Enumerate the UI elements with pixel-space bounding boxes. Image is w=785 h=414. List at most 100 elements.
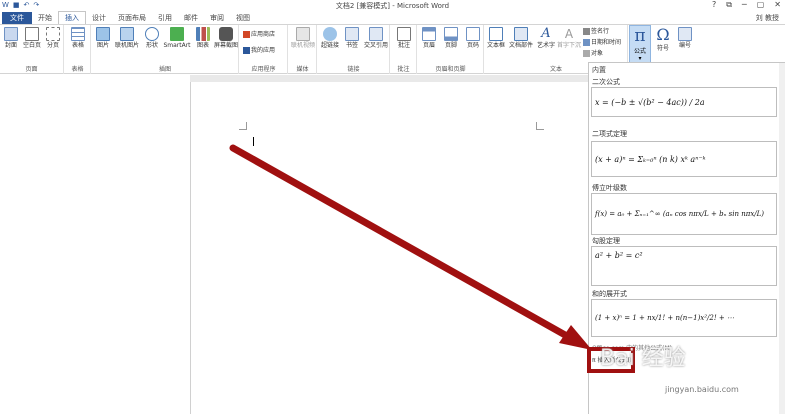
online-picture-icon: [120, 27, 134, 41]
text-cursor: [253, 137, 254, 146]
tab-view[interactable]: 视图: [230, 12, 256, 24]
tab-references[interactable]: 引用: [152, 12, 178, 24]
group-label-apps: 应用程序: [251, 66, 276, 73]
left-margin-area: [0, 75, 190, 414]
table-button[interactable]: 表格: [67, 27, 89, 49]
online-pictures-label: 联机图片: [114, 42, 139, 49]
blank-page-button[interactable]: 空白页: [21, 27, 43, 49]
hyperlink-label: 超链接: [320, 42, 339, 49]
tab-file[interactable]: 文件: [2, 12, 32, 24]
shapes-icon: [145, 27, 159, 41]
tab-mailings[interactable]: 邮件: [178, 12, 204, 24]
chart-button[interactable]: 图表: [192, 27, 214, 49]
cover-page-button[interactable]: 封面: [0, 27, 22, 49]
watermark-url: jingyan.baidu.com: [665, 385, 739, 394]
chart-icon: [196, 27, 210, 41]
gallery-item-binomial[interactable]: (x + a)ⁿ = Σₖ₌₀ⁿ (n k) xᵏ aⁿ⁻ᵏ: [591, 141, 777, 177]
ribbon-display-icon[interactable]: ⧉: [726, 0, 732, 10]
footer-button[interactable]: 页脚: [440, 27, 462, 49]
signature-line-button[interactable]: 签名行: [583, 28, 609, 36]
quick-parts-button[interactable]: 文档部件: [508, 27, 534, 49]
chevron-down-icon: ▾: [638, 55, 642, 62]
wordart-icon: A: [541, 26, 551, 41]
footer-icon: [444, 27, 458, 41]
video-icon: [296, 27, 310, 41]
page-number-icon: [466, 27, 480, 41]
document-page[interactable]: [190, 82, 588, 414]
word-window: W ■ ↶ ↷ 文档2 [兼容模式] - Microsoft Word ? ⧉ …: [0, 0, 785, 414]
chart-label: 图表: [196, 42, 209, 49]
page-break-button[interactable]: 分页: [42, 27, 64, 49]
minimize-icon[interactable]: ─: [742, 0, 747, 10]
drop-cap-button[interactable]: A 首字下沉: [557, 27, 581, 49]
crop-mark-top-right: [536, 122, 544, 130]
drop-cap-label: 首字下沉: [557, 42, 582, 49]
numbering-label: 编号: [678, 42, 691, 49]
comment-label: 批注: [397, 42, 410, 49]
table-label: 表格: [71, 42, 84, 49]
tab-insert[interactable]: 插入: [58, 11, 86, 24]
date-time-button[interactable]: 日期和时间: [583, 39, 621, 47]
group-comments: 批注 批注: [391, 25, 417, 74]
gallery-item-title-binomial: 二项式定理: [592, 130, 627, 138]
wordart-button[interactable]: A 艺术字: [535, 26, 557, 50]
object-button[interactable]: 对象: [583, 50, 603, 58]
signature-icon: [583, 28, 590, 35]
pictures-button[interactable]: 图片: [92, 27, 114, 49]
tab-home[interactable]: 开始: [32, 12, 58, 24]
numbering-button[interactable]: 编号: [674, 27, 696, 49]
group-apps: 应用商店 我的应用 应用程序: [240, 25, 288, 74]
picture-icon: [96, 27, 110, 41]
cross-reference-icon: [369, 27, 383, 41]
online-pictures-button[interactable]: 联机图片: [114, 27, 140, 49]
screenshot-button[interactable]: 屏幕截图: [214, 27, 238, 49]
maximize-icon[interactable]: ▢: [757, 0, 765, 10]
group-label-header-footer: 页眉和页脚: [435, 66, 466, 73]
cross-reference-button[interactable]: 交叉引用: [363, 27, 389, 49]
drop-cap-icon: A: [564, 27, 574, 41]
page-number-label: 页码: [466, 42, 479, 49]
tab-design[interactable]: 设计: [86, 12, 112, 24]
cover-page-label: 封面: [4, 42, 17, 49]
equation-binomial: (x + a)ⁿ = Σₖ₌₀ⁿ (n k) xᵏ aⁿ⁻ᵏ: [595, 154, 706, 164]
group-illustrations: 图片 联机图片 形状 SmartArt 图表 屏幕截图 插图: [92, 25, 239, 74]
smartart-icon: [170, 27, 184, 41]
gallery-item-quadratic[interactable]: x = (−b ± √(b² − 4ac)) / 2a: [591, 87, 777, 117]
textbox-button[interactable]: 文本框: [485, 27, 507, 49]
hyperlink-button[interactable]: 超链接: [319, 27, 341, 49]
my-apps-label: 我的应用: [251, 47, 276, 54]
group-label-tables: 表格: [71, 66, 84, 73]
calendar-icon: [583, 39, 590, 46]
smartart-button[interactable]: SmartArt: [163, 27, 191, 49]
close-icon[interactable]: ✕: [774, 0, 781, 10]
help-icon[interactable]: ?: [712, 0, 716, 10]
cover-page-icon: [4, 27, 18, 41]
gallery-scrollbar[interactable]: [779, 63, 785, 414]
wordart-label: 艺术字: [536, 42, 555, 49]
gallery-item-fourier[interactable]: f(x) = a₀ + Σₙ₌₁^∞ (aₙ cos nπx/L + bₙ si…: [591, 193, 777, 235]
crop-mark-top-left: [239, 122, 247, 130]
comment-button[interactable]: 批注: [393, 27, 415, 49]
gallery-section-title: 内置: [592, 66, 606, 74]
tab-page-layout[interactable]: 页面布局: [112, 12, 152, 24]
user-name[interactable]: 刘 教授: [756, 13, 779, 23]
store-label: 应用商店: [251, 31, 276, 38]
gallery-item-pythagorean[interactable]: a² + b² = c²: [591, 246, 777, 286]
shapes-button[interactable]: 形状: [141, 27, 163, 49]
group-header-footer: 页眉 页脚 页码 页眉和页脚: [418, 25, 484, 74]
tab-review[interactable]: 审阅: [204, 12, 230, 24]
my-apps-button[interactable]: 我的应用: [243, 47, 275, 55]
equation-label: 公式: [633, 48, 646, 55]
symbol-button[interactable]: Ω 符号: [652, 25, 674, 52]
store-button[interactable]: 应用商店: [243, 31, 275, 39]
quick-parts-icon: [514, 27, 528, 41]
equation-fourier: f(x) = a₀ + Σₙ₌₁^∞ (aₙ cos nπx/L + bₙ si…: [595, 210, 765, 218]
page-number-button[interactable]: 页码: [462, 27, 484, 49]
bookmark-button[interactable]: 书签: [341, 27, 363, 49]
screenshot-label: 屏幕截图: [214, 42, 239, 49]
online-video-button[interactable]: 联机视频: [290, 27, 316, 49]
header-button[interactable]: 页眉: [418, 27, 440, 49]
group-label-links: 链接: [347, 66, 360, 73]
gallery-item-expansion[interactable]: (1 + x)ⁿ = 1 + nx/1! + n(n−1)x²/2! + ⋯: [591, 299, 777, 337]
page-break-label: 分页: [46, 42, 59, 49]
